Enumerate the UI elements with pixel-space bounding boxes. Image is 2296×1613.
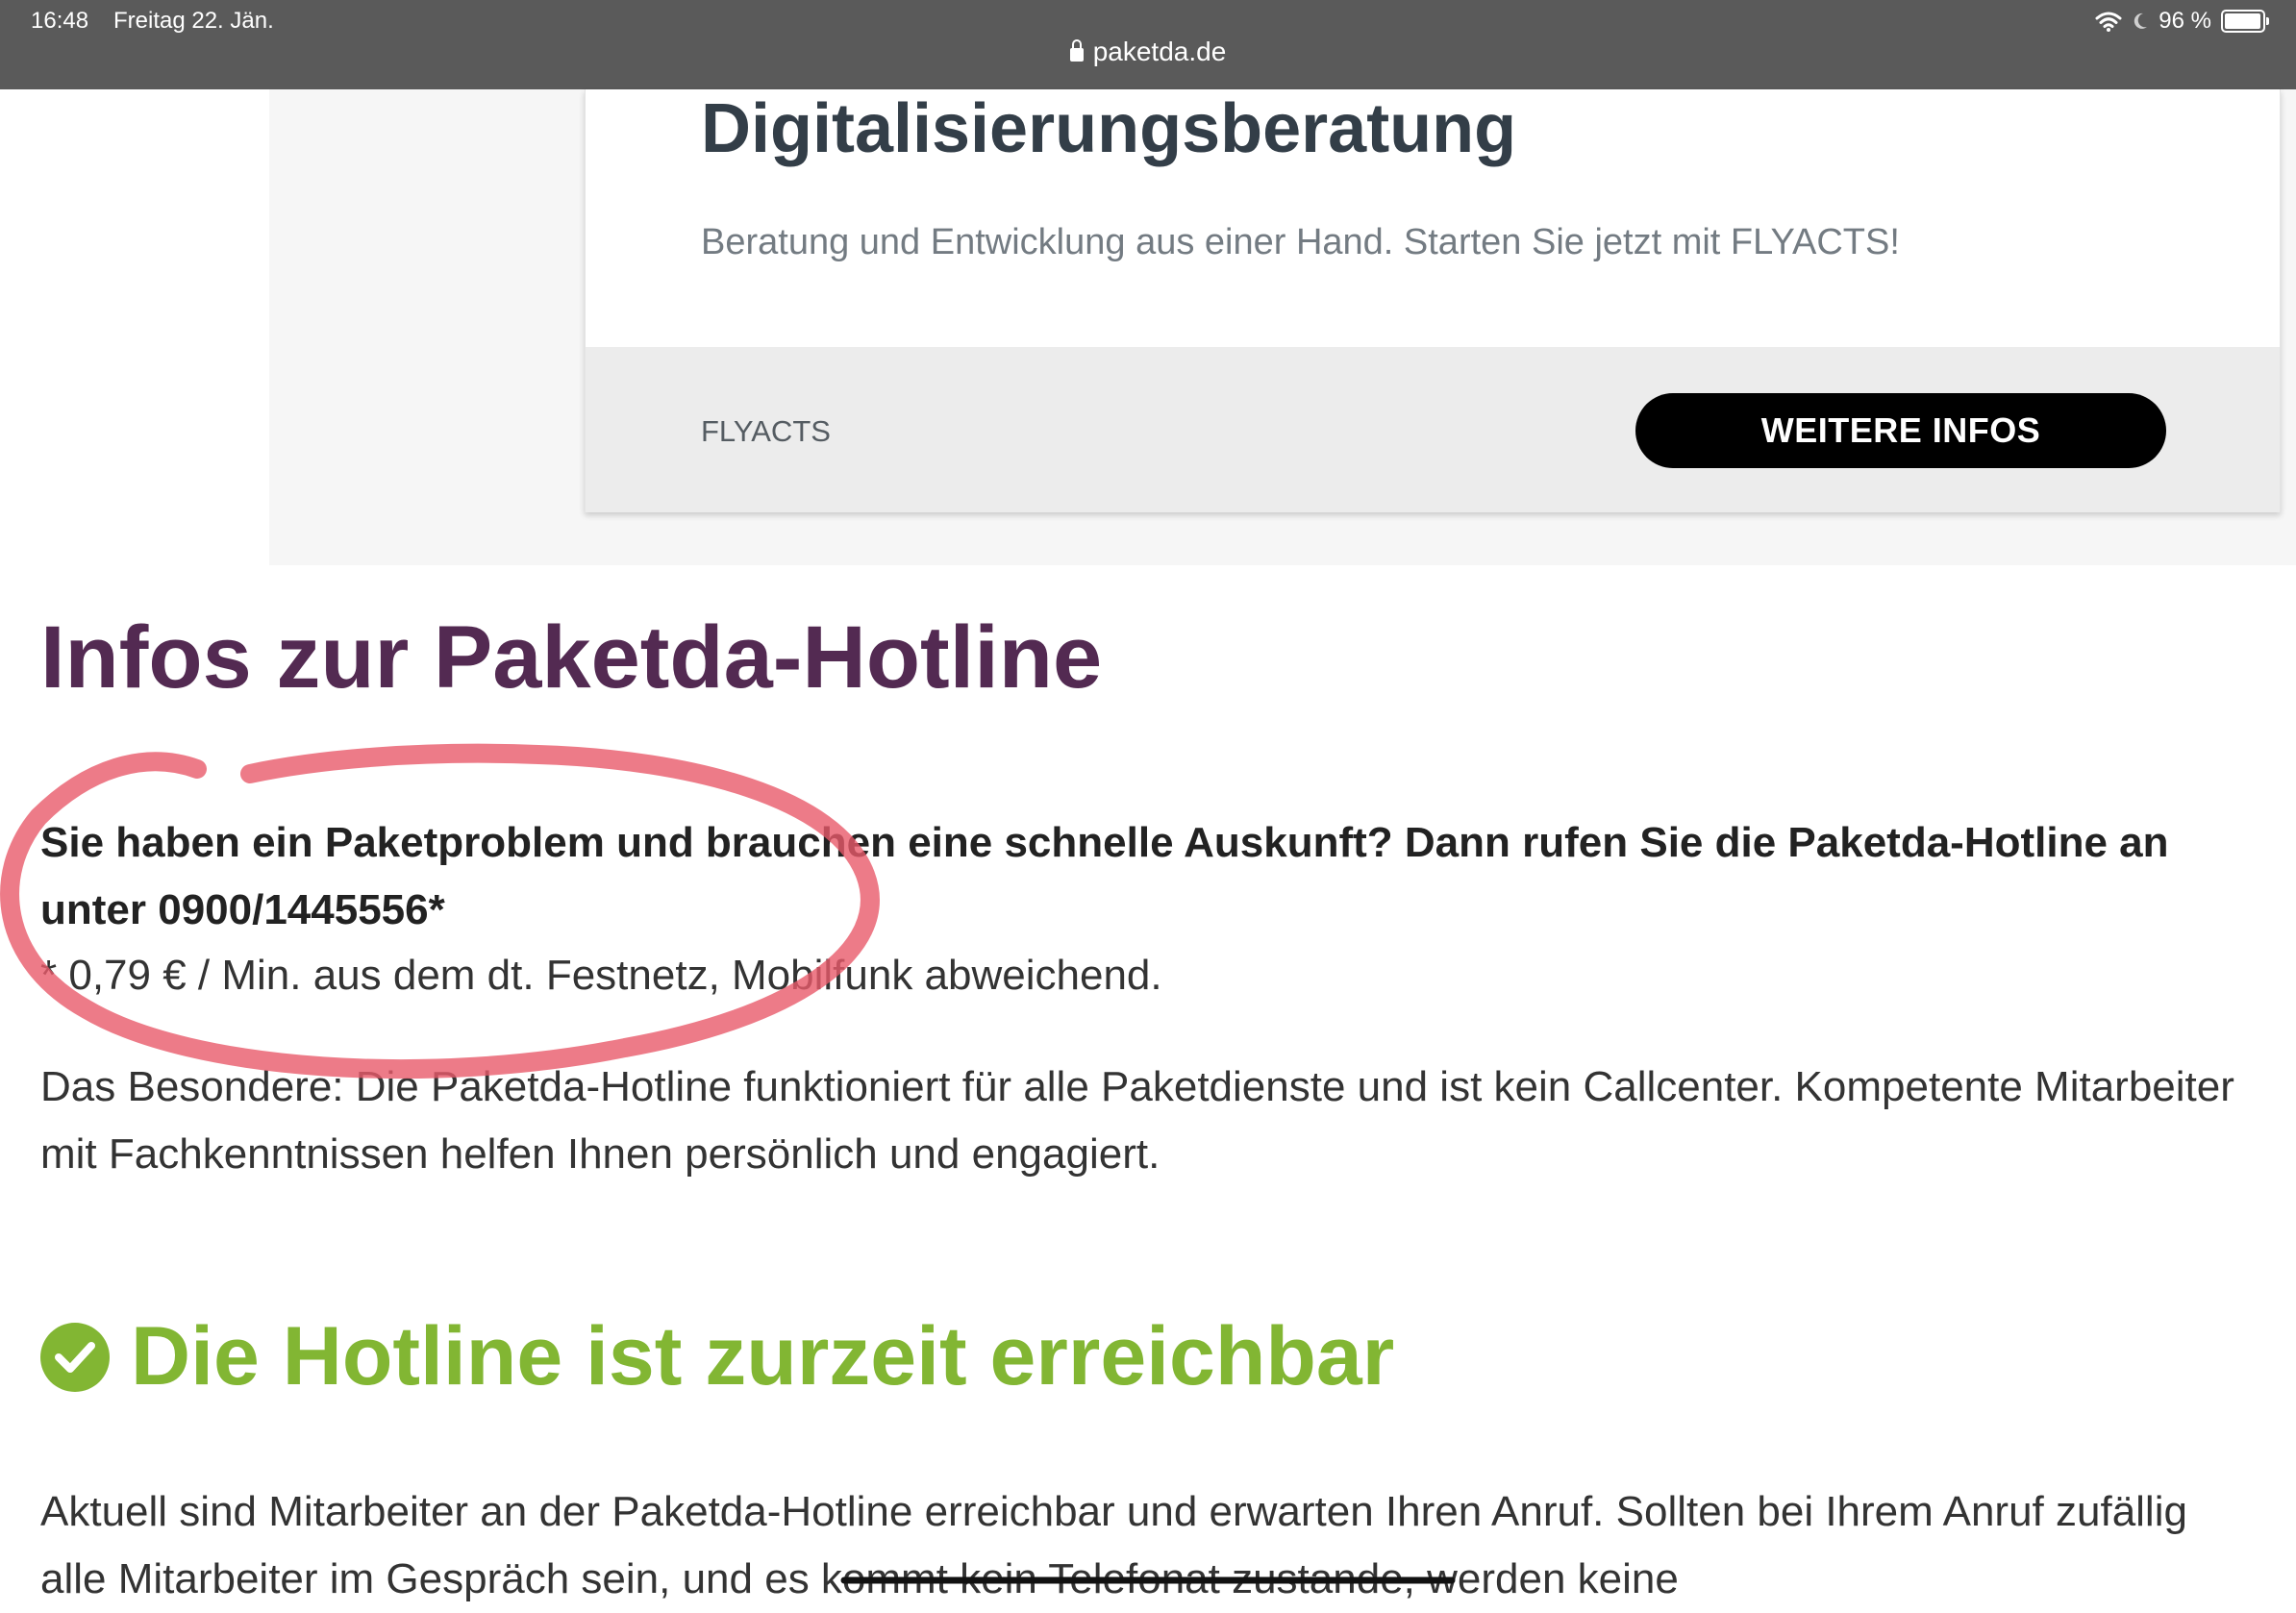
address-bar[interactable]: paketda.de	[0, 37, 2296, 67]
ad-footer: FLYACTS WEITERE INFOS	[586, 347, 2280, 512]
page-title: Infos zur Paketda-Hotline	[40, 608, 1103, 707]
availability-text: Aktuell sind Mitarbeiter an der Paketda-…	[40, 1488, 2187, 1602]
url-text: paketda.de	[1092, 37, 1227, 66]
moon-icon	[2134, 12, 2148, 29]
status-bar: 16:48 Freitag 22. Jän. paketda.de 96 %	[0, 0, 2296, 89]
more-info-button[interactable]: WEITERE INFOS	[1635, 393, 2166, 468]
battery-percent: 96 %	[2159, 8, 2211, 34]
wifi-icon	[2095, 12, 2122, 32]
availability-status: Die Hotline ist zurzeit erreichbar	[131, 1310, 1395, 1402]
ad-card[interactable]: Digitalisierungsberatung Beratung und En…	[585, 89, 2281, 512]
price-note: * 0,79 € / Min. aus dem dt. Festnetz, Mo…	[40, 952, 1162, 999]
ad-brand: FLYACTS	[701, 414, 831, 448]
ad-description: Beratung und Entwicklung aus einer Hand.…	[701, 222, 1900, 262]
hotline-lead-text: Sie haben ein Paketproblem und brauchen …	[40, 819, 2169, 933]
status-date: Freitag 22. Jän.	[113, 8, 274, 34]
special-text: Das Besondere: Die Paketda-Hotline funkt…	[40, 1063, 2234, 1178]
check-circle-icon	[40, 1322, 110, 1392]
battery-icon	[2221, 10, 2269, 33]
status-time: 16:48	[31, 8, 89, 34]
lock-icon	[1069, 39, 1084, 62]
availability-heading: Die Hotline ist zurzeit erreichbar	[40, 1309, 1394, 1404]
status-indicators: 96 %	[2095, 8, 2269, 35]
ad-title: Digitalisierungsberatung	[701, 90, 1517, 167]
